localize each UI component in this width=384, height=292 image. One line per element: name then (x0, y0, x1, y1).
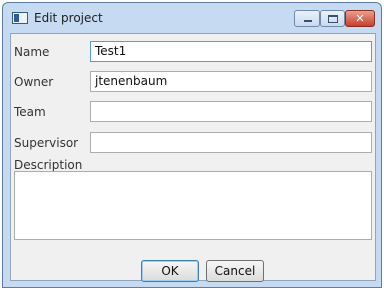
maximize-button[interactable] (320, 10, 345, 27)
supervisor-label: Supervisor (14, 136, 79, 150)
edit-project-window: Edit project ✕ Name Test1 Owner jtenenba… (2, 2, 382, 288)
description-field[interactable] (14, 171, 372, 240)
owner-label: Owner (14, 75, 54, 89)
description-label: Description (14, 158, 83, 172)
close-icon: ✕ (355, 12, 365, 25)
minimize-icon (304, 20, 312, 22)
name-field[interactable]: Test1 (90, 41, 372, 62)
ok-button[interactable]: OK (141, 260, 199, 282)
maximize-icon (328, 15, 338, 23)
supervisor-field[interactable] (90, 132, 372, 153)
close-button[interactable]: ✕ (345, 10, 375, 27)
cancel-button[interactable]: Cancel (206, 260, 264, 282)
owner-field[interactable]: jtenenbaum (90, 71, 372, 92)
window-title: Edit project (34, 11, 103, 25)
window-app-icon (12, 12, 28, 24)
team-field[interactable] (90, 101, 372, 122)
team-label: Team (14, 105, 46, 119)
title-bar[interactable]: Edit project ✕ (3, 3, 381, 33)
minimize-button[interactable] (294, 10, 320, 27)
name-label: Name (14, 45, 50, 59)
dialog-body: Name Test1 Owner jtenenbaum Team Supervi… (10, 33, 376, 282)
